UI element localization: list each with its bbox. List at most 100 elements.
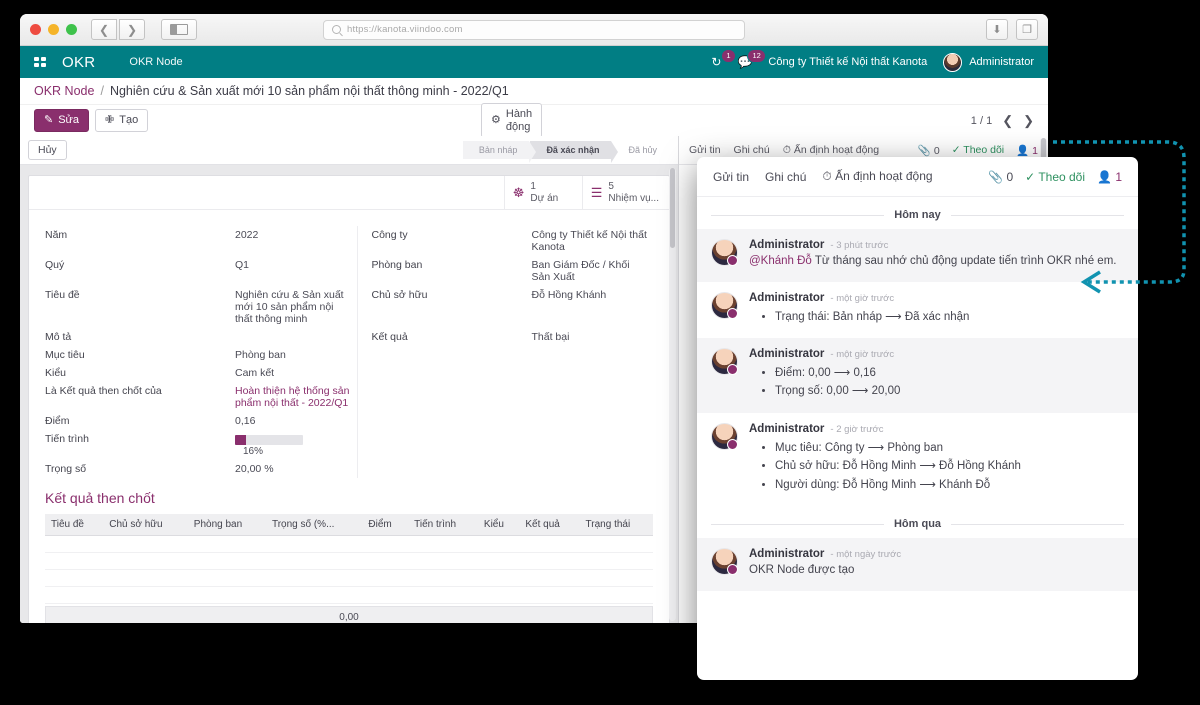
smart-buttons: ☸1Dự án☰5Nhiệm vụ... [29,176,669,210]
app-brand[interactable]: OKR [62,54,95,71]
activity-counter[interactable]: ↻ 1 [711,55,721,69]
key-results-column-5[interactable]: Tiến trình [408,514,478,536]
field-value-ph-ng-ban[interactable]: Ban Giám Đốc / Khối Sản Xuất [532,256,654,286]
key-results-column-3[interactable]: Trọng số (%... [266,514,362,536]
overlay-followers-button[interactable]: 👤 1 [1097,170,1122,184]
download-icon[interactable]: ⬇ [986,19,1008,40]
table-row[interactable] [45,570,653,587]
chatter-message: Administrator- một giờ trướcĐiểm: 0,00 ⟶… [697,338,1138,413]
field-spacer [357,382,532,412]
cancel-button[interactable]: Hủy [28,140,67,160]
user-avatar [943,53,962,72]
table-row[interactable] [45,536,653,553]
breadcrumb-root[interactable]: OKR Node [34,84,94,98]
smart-button-text: 1Dự án [530,181,558,204]
overlay-followers-count: 1 [1115,170,1122,184]
user-menu[interactable]: Administrator [943,53,1034,72]
field-label-c-ng-ty: Công ty [357,226,532,256]
close-window-button[interactable] [30,24,41,35]
status-step-0[interactable]: Bản nháp [463,141,530,159]
field-value-c-ng-ty[interactable]: Công ty Thiết kế Nội thất Kanota [532,226,654,256]
key-results-column-1[interactable]: Chủ sở hữu [103,514,188,536]
address-bar[interactable]: https://kanota.viindoo.com [323,20,745,40]
chatter-overlay-card: Gửi tin Ghi chú ⏱ Ấn định hoạt động 📎 0 … [697,157,1138,680]
field-value-l-k-t-qu-then-ch-t-c-a[interactable]: Hoàn thiện hệ thống sản phẩm nội thất - … [235,382,357,412]
sidebar-toggle-button[interactable] [161,19,197,40]
field-value-m-t-[interactable] [235,328,357,346]
menu-item-okr-node[interactable]: OKR Node [129,56,182,68]
field-label-l-k-t-qu-then-ch-t-c-a: Là Kết quả then chốt của [45,382,235,412]
field-value--i-m[interactable]: 0,16 [235,412,357,430]
pager-prev-icon[interactable]: ❮ [1002,113,1013,129]
overlay-follow-button[interactable]: ✓ Theo dõi [1025,170,1085,184]
followers-button[interactable]: 👤 1 [1016,144,1038,157]
field-value-n-m[interactable]: 2022 [235,226,357,256]
key-results-title: Kết quả then chốt [45,484,653,514]
apps-grid-icon[interactable] [34,57,46,67]
back-button[interactable]: ❮ [91,19,117,40]
log-note-button[interactable]: Ghi chú [734,144,770,156]
table-cell [408,570,478,587]
window-traffic-lights [30,24,77,35]
table-cell [103,536,188,553]
field-value-tr-ng-s-[interactable]: 20,00 % [235,460,357,478]
field-value-ti-u-[interactable]: Nghiên cứu & Sản xuất mới 10 sản phẩm nộ… [235,286,357,328]
control-panel: ✎ Sửa ✙ Tạo ⚙ Hành động 1 / 1 ❮ ❯ [20,105,1048,136]
field-value-ki-u[interactable]: Cam kết [235,364,357,382]
maximize-window-button[interactable] [66,24,77,35]
key-results-column-6[interactable]: Kiểu [478,514,519,536]
overlay-log-note-button[interactable]: Ghi chú [765,170,806,184]
field-value-k-t-qu-[interactable]: Thất bại [532,328,654,346]
user-icon: 👤 [1097,170,1112,184]
day-separator-label: Hôm qua [894,518,941,530]
field-value-ch-s-h-u[interactable]: Đỗ Hồng Khánh [532,286,654,328]
action-button[interactable]: ⚙ Hành động [481,103,542,137]
breadcrumb-current: Nghiên cứu & Sản xuất mới 10 sản phẩm nộ… [110,84,509,98]
forward-button[interactable]: ❯ [119,19,145,40]
table-cell [188,536,266,553]
messages-counter[interactable]: 💬 12 [737,55,752,69]
key-results-column-4[interactable]: Điểm [362,514,408,536]
smart-button-0[interactable]: ☸1Dự án [504,176,582,209]
overlay-attachments-button[interactable]: 📎 0 [988,170,1013,184]
edit-button[interactable]: ✎ Sửa [34,109,89,131]
field-spacer [532,364,654,382]
status-step-2[interactable]: Đã hủy [612,141,669,159]
form-scrollbar[interactable] [669,168,676,621]
chatter-message-body: Administrator- 3 phút trước@Khánh Đỗ Từ … [749,239,1122,270]
overlay-send-message-button[interactable]: Gửi tin [713,170,749,184]
field-value-qu-[interactable]: Q1 [235,256,357,286]
send-message-button[interactable]: Gửi tin [689,144,721,156]
copy-tabs-icon[interactable]: ❐ [1016,19,1038,40]
attachments-button[interactable]: 📎 0 [918,144,940,157]
field-spacer [357,430,532,460]
field-value-ti-n-tr-nh[interactable]: 16% [235,430,357,460]
field-label-ch-s-h-u: Chủ sở hữu [357,286,532,328]
key-results-column-7[interactable]: Kết quả [519,514,579,536]
minimize-window-button[interactable] [48,24,59,35]
field-label-k-t-qu-: Kết quả [357,328,532,346]
create-button[interactable]: ✙ Tạo [95,109,148,131]
status-step-1[interactable]: Đã xác nhận [530,141,611,159]
table-cell [580,587,653,604]
pager-next-icon[interactable]: ❯ [1023,113,1034,129]
table-row[interactable] [45,587,653,604]
key-results-total: 0,00 [45,606,653,623]
key-results-column-2[interactable]: Phòng ban [188,514,266,536]
field-value-m-c-ti-u[interactable]: Phòng ban [235,346,357,364]
table-cell [580,536,653,553]
field-label-n-m: Năm [45,226,235,256]
table-row[interactable] [45,553,653,570]
key-results-column-8[interactable]: Trạng thái [580,514,653,536]
company-name[interactable]: Công ty Thiết kế Nội thất Kanota [768,56,927,68]
message-mention[interactable]: @Khánh Đỗ [749,255,812,267]
avatar [711,548,738,575]
smart-button-1[interactable]: ☰5Nhiệm vụ... [582,176,669,209]
day-separator: Hôm nay [697,197,1138,229]
schedule-activity-button[interactable]: ⏱ Ấn định hoạt động [783,144,879,157]
follow-button[interactable]: ✓ Theo dõi [952,144,1004,156]
overlay-schedule-activity-button[interactable]: ⏱ Ấn định hoạt động [822,169,932,184]
key-results-column-0[interactable]: Tiêu đề [45,514,103,536]
field-spacer [532,412,654,430]
table-cell [266,587,362,604]
